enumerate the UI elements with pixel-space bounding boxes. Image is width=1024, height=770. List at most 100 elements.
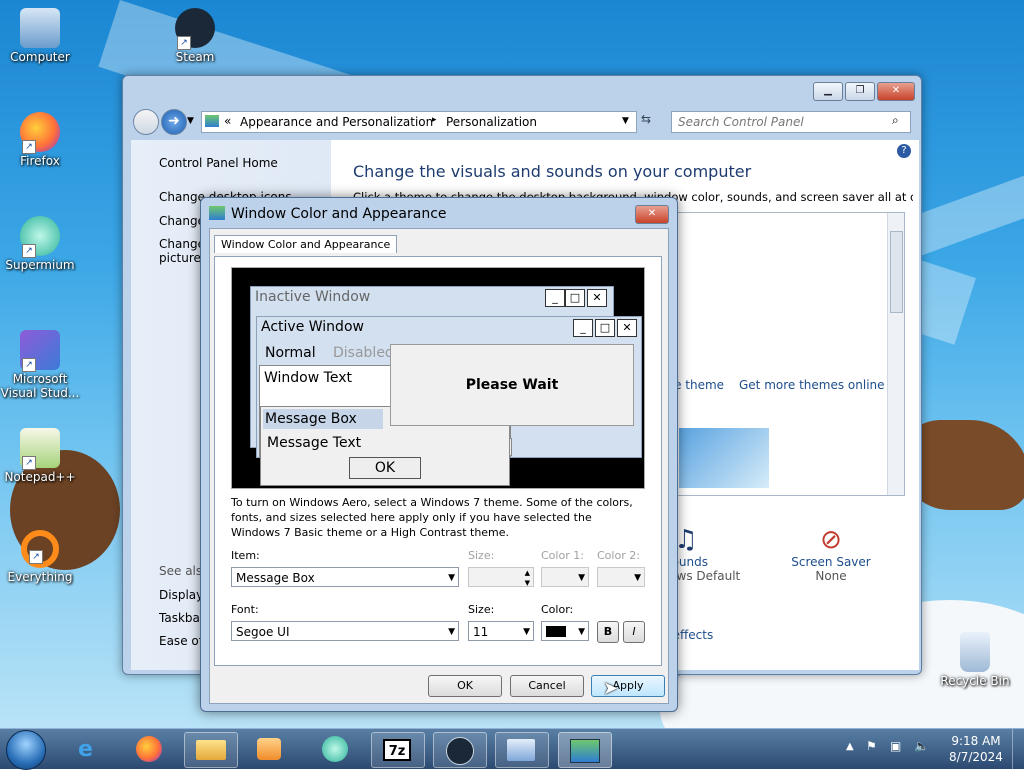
taskbar-control-panel[interactable] [495,732,549,768]
preview-message-text: Message Text [267,435,362,451]
address-dropdown-icon[interactable]: ▼ [622,116,629,126]
history-dropdown-icon[interactable]: ▼ [187,116,194,126]
minimize-icon: _ [545,289,565,307]
italic-button[interactable]: I [623,621,645,643]
cancel-button[interactable]: Cancel [510,675,584,697]
folder-icon [196,740,226,760]
taskbar-media-player[interactable] [244,732,296,766]
forward-button[interactable]: ➜ [161,109,187,135]
help-icon[interactable]: ? [897,144,911,158]
spinner-arrows-icon: ▲ ▼ [524,569,530,587]
desktop-icon-firefox[interactable]: ↗ Firefox [0,112,80,168]
preview-menu-disabled: Disabled [333,345,394,361]
desktop-icon-supermium[interactable]: ↗ Supermium [0,216,80,272]
more-themes-link[interactable]: Get more themes online [739,378,885,392]
display-settings-icon [570,739,600,763]
internet-explorer-icon: e [78,737,93,762]
media-player-icon [257,738,281,760]
breadcrumb-separator[interactable]: ▸ [432,115,437,125]
action-center-flag-icon[interactable]: ⚑ [866,739,877,753]
search-icon[interactable]: ⌕ [892,113,899,128]
firefox-icon [136,736,162,762]
tab-panel: Inactive Window _ □ ✕ Active Window _ □ … [214,256,662,666]
desktop-icon-label: Supermium [5,258,75,272]
taskbar-7zip[interactable]: 7z [371,732,425,768]
preview-ok-button: OK [349,457,421,479]
desktop-icon-visual-studio[interactable]: ↗ Microsoft Visual Stud... [0,330,80,400]
bold-button[interactable]: B [597,621,619,643]
breadcrumb-personalization[interactable]: Personalization [446,115,537,129]
network-icon[interactable]: ▣ [890,739,901,753]
supermium-icon: ↗ [20,216,60,258]
maximize-button[interactable]: ❐ [845,82,875,101]
theme-thumbnail[interactable] [679,428,769,488]
dialog-body: Window Color and Appearance Inactive Win… [209,228,669,704]
taskbar-file-explorer[interactable] [184,732,238,768]
taskbar-internet-explorer[interactable]: e [64,732,116,766]
search-input[interactable]: Search Control Panel [678,115,804,129]
recycle-bin-icon [960,632,990,672]
dialog-close-button[interactable]: ✕ [635,205,669,224]
preview-area[interactable]: Inactive Window _ □ ✕ Active Window _ □ … [231,267,645,489]
font-size-select[interactable]: 11 ▼ [468,621,534,641]
show-desktop-button[interactable] [1012,729,1024,769]
font-select[interactable]: Segoe UI ▼ [231,621,459,641]
desktop-icon-label: Microsoft Visual Stud... [0,372,80,400]
address-bar[interactable]: « Appearance and Personalization ▸ Perso… [201,111,637,133]
desktop-icon-label: Computer [10,50,70,64]
taskbar-window-color-dialog[interactable] [558,732,612,768]
taskbar-steam[interactable] [433,732,487,768]
chevron-down-icon: ▼ [523,627,530,637]
seven-zip-icon: 7z [383,739,411,761]
color1-picker[interactable]: ▼ [541,567,589,587]
mouse-cursor-icon: ➤ [603,678,619,699]
taskbar-supermium[interactable] [310,732,362,766]
volume-muted-icon[interactable]: 🔈 [914,739,929,753]
desktop-icon-computer[interactable]: Computer [0,8,80,64]
desktop-icon-everything[interactable]: ↗ Everything [0,530,80,584]
close-icon: ✕ [587,289,607,307]
item-select[interactable]: Message Box ▼ [231,567,459,587]
please-wait-text: Please Wait [465,377,559,393]
display-link[interactable]: Display [159,588,203,602]
chevron-down-icon: ▼ [578,627,585,637]
chevron-down-icon: ▼ [634,573,641,583]
size-spinner[interactable]: ▲ ▼ [468,567,534,587]
minimize-icon: _ [573,319,593,337]
shortcut-arrow-icon: ↗ [29,550,43,564]
breadcrumb-overflow[interactable]: « [224,114,231,128]
start-button[interactable] [6,730,46,770]
desktop-icon-recycle-bin[interactable]: Recycle Bin [935,632,1015,688]
screensaver-setting[interactable]: ⊘ Screen Saver None [791,525,871,583]
taskbar-firefox[interactable] [124,732,176,766]
search-box[interactable]: Search Control Panel ⌕ [671,111,911,133]
scrollbar-thumb[interactable] [890,231,903,313]
ok-button[interactable]: OK [428,675,502,697]
color2-picker[interactable]: ▼ [597,567,645,587]
maximize-icon: □ [595,319,615,337]
desktop-icon-steam[interactable]: ↗ Steam [155,8,235,64]
breadcrumb-appearance[interactable]: Appearance and Personalization [240,115,433,129]
chevron-down-icon: ▼ [448,627,455,637]
font-color-picker[interactable]: ▼ [541,621,589,641]
desktop-icon-notepadpp[interactable]: ↗ Notepad++ [0,428,80,484]
tab-window-color[interactable]: Window Color and Appearance [214,235,398,253]
desktop-icon-label: Everything [7,570,73,584]
close-button[interactable]: ✕ [877,82,915,101]
back-button[interactable] [133,109,159,135]
dialog-app-icon [209,206,225,220]
control-panel-home-link[interactable]: Control Panel Home [159,156,278,170]
refresh-icon[interactable]: ⇆ [641,112,663,132]
theme-list-scrollbar[interactable] [887,213,904,495]
show-hidden-icons-icon[interactable]: ▲ [846,741,854,752]
color2-label: Color 2: [597,549,640,562]
firefox-icon: ↗ [20,112,60,154]
minimize-button[interactable]: ▁ [813,82,843,101]
notepadpp-icon: ↗ [20,428,60,470]
screensaver-label[interactable]: Screen Saver [791,555,871,569]
aero-description: To turn on Windows Aero, select a Window… [231,496,633,539]
clock-time[interactable]: 9:18 AM [948,734,1004,748]
dialog-title: Window Color and Appearance [231,206,447,222]
desktop-icon-label: Firefox [20,154,60,168]
clock-date[interactable]: 8/7/2024 [948,750,1004,764]
